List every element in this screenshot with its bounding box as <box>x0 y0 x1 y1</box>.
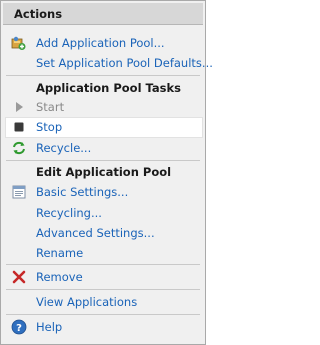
separator <box>6 160 200 161</box>
view-applications-label[interactable]: View Applications <box>36 292 137 312</box>
advanced-settings-action[interactable]: Advanced Settings... <box>1 223 205 243</box>
separator <box>6 314 200 315</box>
help-action[interactable]: ? Help <box>1 317 205 337</box>
svg-text:?: ? <box>16 323 22 334</box>
recycling-action[interactable]: Recycling... <box>1 203 205 223</box>
separator <box>6 75 200 76</box>
remove-action[interactable]: Remove <box>1 267 205 287</box>
separator <box>6 289 200 290</box>
basic-settings-action[interactable]: Basic Settings... <box>1 182 205 202</box>
recycle-icon <box>11 140 27 156</box>
actions-pane: Actions Add Application Pool... Set Appl… <box>0 0 213 345</box>
set-application-pool-defaults-action[interactable]: Set Application Pool Defaults... <box>1 53 213 73</box>
stop-action[interactable]: Stop <box>1 117 205 137</box>
help-label[interactable]: Help <box>36 317 62 337</box>
separator <box>6 264 200 265</box>
help-icon: ? <box>11 319 27 335</box>
start-label: Start <box>36 100 65 114</box>
application-pool-tasks-heading: Application Pool Tasks <box>1 78 205 98</box>
rename-label[interactable]: Rename <box>36 243 83 263</box>
actions-title: Actions <box>14 7 63 21</box>
recycling-label[interactable]: Recycling... <box>36 203 102 223</box>
add-application-pool-label[interactable]: Add Application Pool... <box>36 33 165 53</box>
set-defaults-label[interactable]: Set Application Pool Defaults... <box>36 53 213 73</box>
recycle-action[interactable]: Recycle... <box>1 138 205 158</box>
tasks-title: Application Pool Tasks <box>36 81 181 95</box>
advanced-settings-label[interactable]: Advanced Settings... <box>36 223 155 243</box>
stop-label[interactable]: Stop <box>36 117 62 137</box>
view-applications-action[interactable]: View Applications <box>1 292 205 312</box>
remove-x-icon <box>11 269 27 285</box>
basic-settings-label[interactable]: Basic Settings... <box>36 182 128 202</box>
rename-action[interactable]: Rename <box>1 243 205 263</box>
stop-icon <box>11 119 27 135</box>
play-icon <box>11 99 27 115</box>
actions-header: Actions <box>3 3 203 25</box>
settings-sheet-icon <box>11 184 27 200</box>
start-action: Start <box>1 97 205 117</box>
edit-application-pool-heading: Edit Application Pool <box>1 162 205 182</box>
add-application-pool-action[interactable]: Add Application Pool... <box>1 33 205 53</box>
add-application-pool-icon <box>11 35 27 51</box>
recycle-label[interactable]: Recycle... <box>36 138 91 158</box>
remove-label[interactable]: Remove <box>36 267 83 287</box>
edit-title: Edit Application Pool <box>36 165 172 179</box>
